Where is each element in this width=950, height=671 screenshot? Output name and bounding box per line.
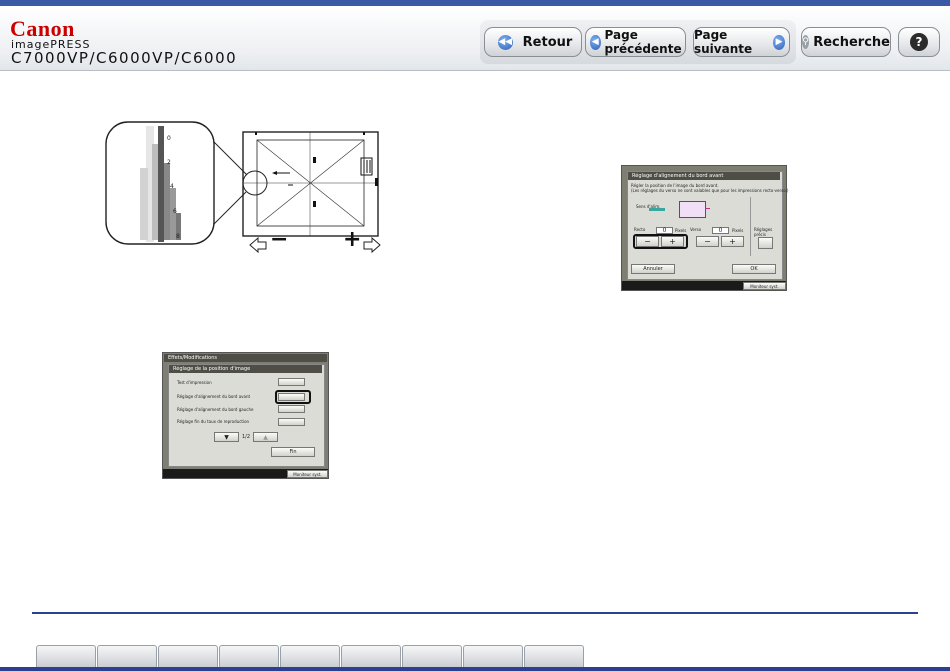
system-monitor-button[interactable]: Moniteur syst. (743, 282, 786, 290)
previous-page-button[interactable]: ◀ Page précédente (585, 27, 686, 57)
minus-sign: − (270, 227, 289, 252)
footer-tab-5[interactable] (280, 645, 340, 668)
plus-sign: + (343, 227, 362, 252)
footer-tab-4[interactable] (219, 645, 279, 668)
bottom-accent-bar (0, 667, 950, 671)
scroll-down-button[interactable]: ▼ (214, 432, 239, 442)
zoom-number-4: 4 (170, 183, 174, 190)
search-label: Recherche (813, 34, 890, 50)
position-screen: Effets/Modifications Réglage de la posit… (162, 352, 329, 479)
system-monitor-button-2[interactable]: Moniteur syst. (287, 470, 328, 478)
back-button[interactable]: ◀◀ Retour (484, 27, 582, 57)
fine-adjust-button[interactable] (758, 237, 773, 249)
magnifier-icon: ⚲ (802, 35, 810, 49)
previous-page-label: Page précédente (604, 28, 682, 56)
alignment-instruction-2: (Les réglages du verso ne sont valables … (631, 188, 789, 193)
footer-tab-3[interactable] (158, 645, 218, 668)
plus-arrow (363, 236, 381, 254)
position-subtitle: Réglage de la position d'image (169, 365, 322, 373)
zoom-number-6: 6 (173, 208, 177, 215)
recto-minus-button[interactable]: − (636, 236, 659, 247)
alignment-screen: Réglage d'alignement du bord avant Régle… (621, 165, 789, 291)
verso-label: Verso (690, 227, 702, 232)
minus-arrow (249, 236, 267, 254)
menu-item-reproduction-ratio: Réglage fin du taux de reproduction (177, 419, 250, 424)
paper-preview (679, 201, 706, 218)
cancel-button[interactable]: Annuler (631, 264, 675, 274)
preview-arrow-icon (705, 208, 710, 209)
test-print-button[interactable] (278, 378, 305, 386)
leading-edge-button[interactable] (278, 393, 305, 401)
back-label: Retour (522, 34, 573, 50)
zoom-number-2: 2 (167, 159, 171, 166)
footer-tab-2[interactable] (97, 645, 157, 668)
footer-tab-1[interactable] (36, 645, 96, 668)
menu-item-left-edge: Réglage d'alignement du bord gauche (177, 407, 254, 412)
next-page-label: Page suivante (694, 28, 753, 56)
help-button[interactable]: ? (898, 27, 940, 57)
footer-tab-8[interactable] (463, 645, 523, 668)
menu-item-leading-edge: Réglage d'alignement du bord avant (177, 394, 251, 399)
zoom-number-8: 8 (176, 233, 180, 240)
verso-plus-button[interactable]: + (721, 236, 744, 247)
position-title: Effets/Modifications (164, 354, 327, 362)
left-edge-button[interactable] (278, 405, 305, 413)
menu-item-test-print: Test d'impression (177, 380, 212, 385)
footer-tab-9[interactable] (524, 645, 584, 668)
fine-adjust-label: Réglages précis (754, 227, 773, 237)
recto-plus-button[interactable]: + (661, 236, 684, 247)
end-button[interactable]: Fin (271, 447, 315, 457)
recto-label: Recto (634, 227, 646, 232)
verso-value-field: 0 (712, 227, 729, 234)
zoom-bubble (105, 121, 215, 245)
page-indicator: 1/2 (242, 434, 251, 440)
next-page-button[interactable]: Page suivante ▶ (693, 27, 790, 57)
footer-divider (32, 612, 918, 614)
feed-arrow-icon (649, 208, 665, 211)
rewind-icon: ◀◀ (497, 34, 513, 50)
verso-unit: Pixels (732, 228, 744, 233)
paper-sheet (242, 131, 379, 237)
scroll-up-button[interactable]: ▲ (253, 432, 278, 442)
verso-minus-button[interactable]: − (696, 236, 719, 247)
arrow-right-icon: ▶ (773, 34, 785, 50)
ok-button[interactable]: OK (732, 264, 776, 274)
alignment-title: Réglage d'alignement du bord avant (628, 172, 780, 180)
reproduction-ratio-button[interactable] (278, 418, 305, 426)
recto-unit: Pixels (675, 228, 687, 233)
alignment-divider (750, 197, 751, 256)
recto-value-field: 0 (656, 227, 673, 234)
footer-tab-6[interactable] (341, 645, 401, 668)
help-icon: ? (910, 33, 928, 51)
zoom-number-0: 0 (167, 135, 171, 142)
footer-tab-7[interactable] (402, 645, 462, 668)
search-button[interactable]: ⚲ Recherche (801, 27, 891, 57)
arrow-left-icon: ◀ (590, 34, 601, 50)
product-models: C7000VP/C6000VP/C6000 (11, 49, 238, 67)
